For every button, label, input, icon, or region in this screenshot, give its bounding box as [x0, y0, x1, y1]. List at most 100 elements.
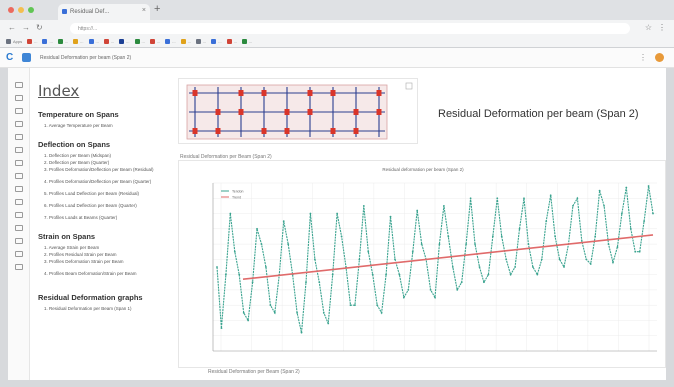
index-link[interactable]: 4. Profiles Deformation/Deflection per B…: [44, 179, 169, 185]
rail-nav-icon[interactable]: [15, 225, 23, 231]
bookmark-item[interactable]: ...: [195, 39, 207, 44]
data-point: [625, 186, 628, 189]
back-icon[interactable]: ←: [8, 23, 16, 32]
breadcrumb[interactable]: Residual Deformation per beam (Span 2): [40, 55, 131, 61]
index-link[interactable]: 2. Profiles Residual Strain per Beam: [44, 252, 169, 258]
avatar[interactable]: [655, 53, 664, 62]
data-point: [509, 273, 512, 276]
bookmark-label: ...: [110, 39, 115, 44]
bookmark-label: ...: [141, 39, 145, 44]
data-point: [572, 205, 574, 207]
data-point: [580, 240, 583, 242]
toolbar-actions: ⋮: [639, 53, 664, 62]
bookmark-item[interactable]: Apps: [6, 39, 22, 44]
rail-nav-icon[interactable]: [15, 160, 23, 166]
bookmark-item[interactable]: ...: [134, 39, 145, 44]
data-point: [491, 235, 494, 238]
bookmark-item[interactable]: ...: [211, 39, 222, 44]
bookmark-item[interactable]: ...: [42, 39, 53, 44]
data-point: [527, 243, 530, 245]
data-point: [349, 304, 352, 307]
rail-nav-icon[interactable]: [15, 238, 23, 244]
bookmarks-bar: Apps....................................…: [0, 36, 674, 48]
bookmark-item[interactable]: ...: [241, 39, 252, 44]
bookmark-label: ...: [80, 39, 84, 44]
data-point: [367, 250, 370, 253]
bookmark-label: ...: [202, 39, 207, 44]
rail-nav-icon[interactable]: [15, 82, 23, 88]
index-link[interactable]: 1. Average Strain per Beam: [44, 245, 169, 251]
index-link[interactable]: 7. Profiles Loads at Beams (Quarter): [44, 215, 169, 221]
diagram-sensor-marker: [307, 90, 313, 96]
data-point: [300, 331, 303, 334]
new-tab-button[interactable]: +: [154, 3, 160, 15]
bookmark-item[interactable]: ...: [103, 39, 115, 44]
rail-nav-icon[interactable]: [15, 264, 23, 270]
rail-nav-icon[interactable]: [15, 199, 23, 205]
bookmark-item[interactable]: ...: [88, 39, 99, 44]
index-link[interactable]: 3. Profiles Deformation Strain per Beam: [44, 259, 169, 265]
index-link[interactable]: 1. Residual Deformation per Beam (Span 1…: [44, 306, 169, 312]
data-point: [220, 327, 223, 329]
app-logo-icon[interactable]: C: [6, 52, 17, 63]
index-link[interactable]: 5. Profiles Load Deflection per Beam (Re…: [44, 191, 169, 197]
data-point: [487, 273, 490, 276]
bookmark-item[interactable]: ...: [226, 39, 237, 44]
rail-nav-icon[interactable]: [15, 121, 23, 127]
index-link[interactable]: 4. Profiles Beam Deformation/Strain per …: [44, 271, 169, 277]
diagram-sensor-marker: [238, 90, 244, 96]
rail-nav-icon[interactable]: [15, 108, 23, 114]
app-menu-icon[interactable]: [22, 53, 31, 62]
data-point: [478, 266, 481, 268]
panel-title: Residual Deformation per beam (Span 2): [438, 108, 639, 120]
index-link[interactable]: 1. Deflection per Beam (Midspan): [44, 153, 169, 159]
rail-nav-icon[interactable]: [15, 147, 23, 153]
rail-nav-icon[interactable]: [15, 186, 23, 192]
minimize-window-button[interactable]: [18, 7, 24, 13]
index-link[interactable]: 1. Average Temperature per Beam: [44, 123, 169, 129]
data-point: [647, 185, 650, 187]
reload-icon[interactable]: ↻: [36, 23, 43, 32]
bookmark-favicon-icon: [42, 39, 48, 44]
rail-nav-icon[interactable]: [15, 173, 23, 179]
data-point: [327, 322, 330, 325]
index-link[interactable]: 2. Deflection per Beam (Quarter): [44, 160, 169, 166]
data-point: [531, 266, 534, 268]
diagram-sensor-marker: [192, 90, 198, 96]
title-panel: Residual Deformation per beam (Span 2): [428, 78, 664, 144]
dashboard-page: Index Temperature on Spans 1. Average Tem…: [8, 68, 666, 380]
bookmark-star-icon[interactable]: ☆: [645, 23, 652, 32]
browser-menu-icon[interactable]: ⋮: [658, 23, 666, 32]
bridge-diagram[interactable]: [178, 78, 418, 144]
bookmark-label: ...: [233, 39, 237, 44]
data-point: [273, 311, 276, 314]
bookmark-label: ...: [126, 39, 130, 44]
bookmark-favicon-icon: [88, 39, 94, 44]
bookmark-item[interactable]: ...: [27, 39, 37, 44]
toolbar-menu-icon[interactable]: ⋮: [639, 53, 647, 62]
close-window-button[interactable]: [8, 7, 14, 13]
rail-nav-icon[interactable]: [15, 251, 23, 257]
data-point: [456, 289, 459, 291]
expand-icon[interactable]: [405, 82, 413, 90]
bookmark-item[interactable]: ...: [73, 39, 84, 44]
rail-nav-icon[interactable]: [15, 134, 23, 140]
bookmark-favicon-icon: [103, 39, 109, 44]
bookmark-item[interactable]: ...: [119, 39, 130, 44]
bookmark-item[interactable]: ...: [149, 39, 160, 44]
maximize-window-button[interactable]: [28, 7, 34, 13]
bookmark-item[interactable]: ...: [180, 39, 191, 44]
index-link[interactable]: 3. Profiles Deformation/Deflection per B…: [44, 167, 169, 173]
url-input[interactable]: https://...: [70, 23, 630, 34]
forward-icon[interactable]: →: [22, 23, 30, 32]
browser-tab[interactable]: Residual Def... ×: [58, 4, 150, 20]
data-point: [576, 197, 579, 200]
data-point: [407, 289, 410, 291]
rail-nav-icon[interactable]: [15, 95, 23, 101]
rail-nav-icon[interactable]: [15, 212, 23, 218]
bookmark-item[interactable]: ...: [57, 39, 68, 44]
index-link[interactable]: 6. Profiles Load Deflection per Beam (Qu…: [44, 203, 169, 209]
tab-close-icon[interactable]: ×: [142, 7, 146, 14]
index-title[interactable]: Index: [38, 82, 79, 100]
bookmark-item[interactable]: ...: [165, 39, 176, 44]
